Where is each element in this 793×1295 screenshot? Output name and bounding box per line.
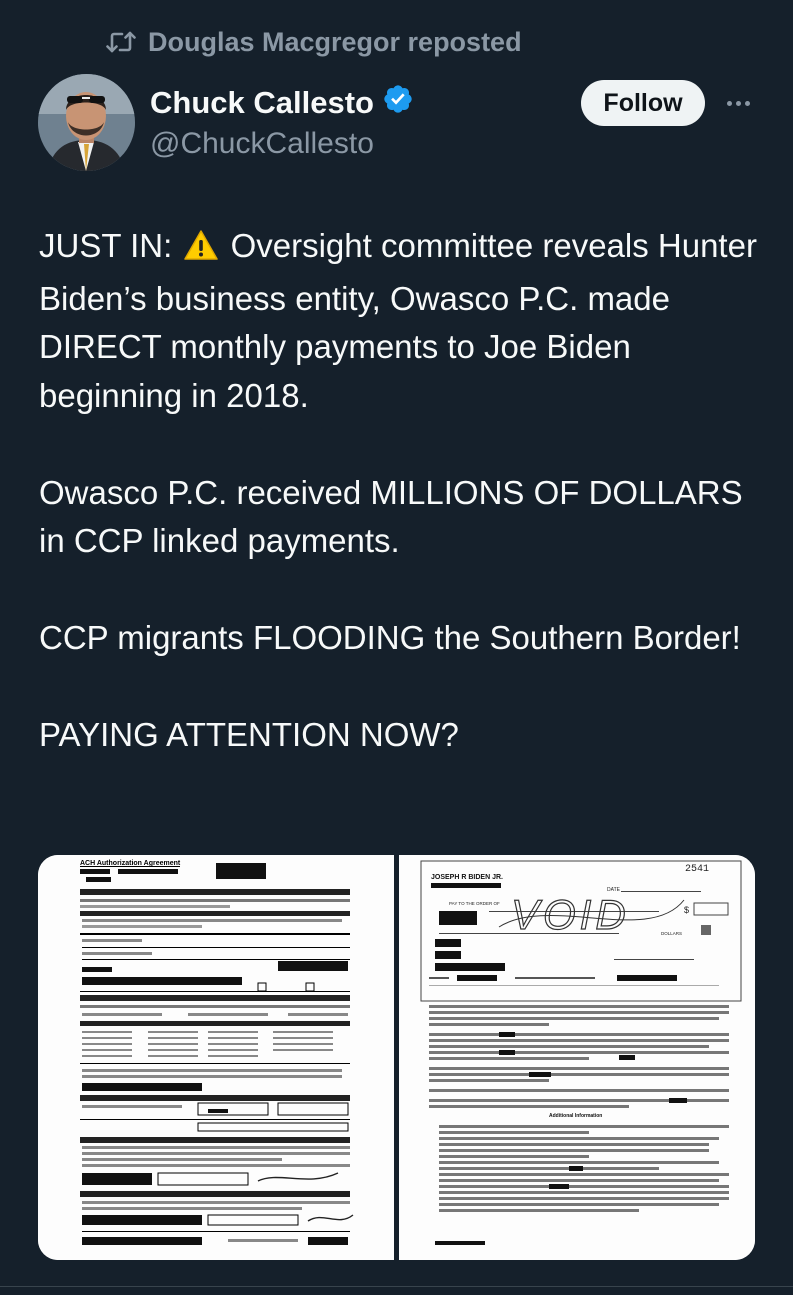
author-name-row[interactable]: Chuck Callesto — [150, 82, 414, 124]
ach-form-image[interactable]: ACH Authorization Agreement — [38, 855, 394, 1260]
tweet-text: JUST IN: Oversight committee reveals Hun… — [39, 222, 769, 808]
tweet-paragraph: JUST IN: Oversight committee reveals Hun… — [39, 222, 769, 420]
tweet-paragraph: PAYING ATTENTION NOW? — [39, 716, 459, 753]
author-display-name: Chuck Callesto — [150, 85, 374, 120]
check-dollars-label: DOLLARS — [661, 931, 682, 936]
repost-indicator[interactable]: Douglas Macgregor reposted — [106, 24, 522, 60]
more-dot — [735, 100, 741, 106]
check-void-text: VOID — [511, 891, 630, 938]
check-additional-info-title: Additional Information — [549, 1113, 602, 1119]
check-account-holder: JOSEPH R BIDEN JR. — [431, 874, 503, 881]
warning-icon — [183, 226, 219, 275]
more-icon[interactable] — [718, 86, 758, 120]
follow-button[interactable]: Follow — [581, 80, 705, 126]
check-dollar-sign: $ — [684, 905, 689, 915]
check-pay-to-label: PAY TO THE ORDER OF — [449, 901, 500, 906]
more-dot — [744, 100, 750, 106]
repost-icon — [106, 29, 136, 55]
bottom-divider — [0, 1286, 793, 1287]
more-dot — [726, 100, 732, 106]
check-number: 2541 — [685, 864, 709, 875]
verified-badge-icon — [382, 83, 414, 123]
tweet-paragraph: CCP migrants FLOODING the Southern Borde… — [39, 619, 741, 656]
tweet-paragraph: Owasco P.C. received MILLIONS OF DOLLARS… — [39, 473, 743, 560]
author-handle[interactable]: @ChuckCallesto — [150, 124, 374, 164]
ach-form-title: ACH Authorization Agreement — [80, 860, 181, 867]
media-grid[interactable]: ACH Authorization Agreement 2541 JOSEPH … — [38, 855, 755, 1260]
repost-text: Douglas Macgregor reposted — [148, 26, 522, 57]
voided-check-image[interactable]: 2541 JOSEPH R BIDEN JR. DATE PAY TO THE … — [399, 855, 755, 1260]
tweet-text-segment: JUST IN: — [39, 227, 182, 264]
avatar[interactable] — [38, 74, 135, 171]
